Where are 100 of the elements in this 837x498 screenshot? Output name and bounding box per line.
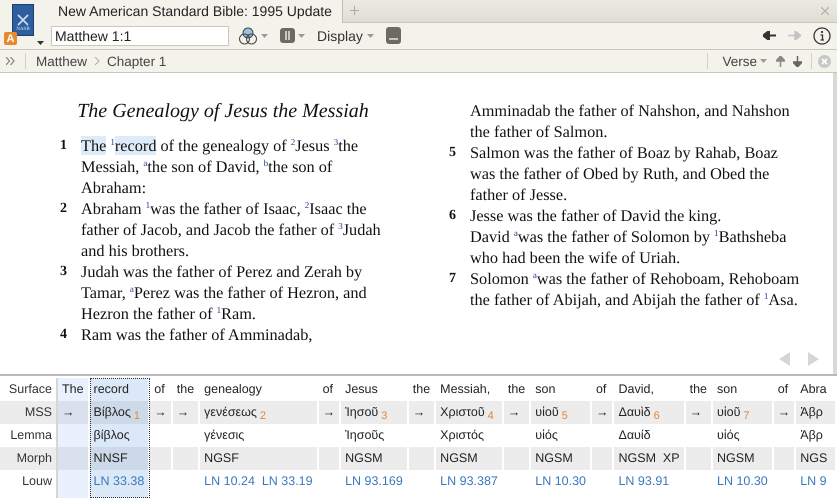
verse-number: 6 xyxy=(449,207,457,225)
louw-nida-link[interactable]: LN 10.30 xyxy=(531,470,590,493)
surface-word: son xyxy=(716,381,738,398)
word-column[interactable]: the → xyxy=(408,378,436,498)
surface-word: son xyxy=(534,381,556,398)
row-label: Morph xyxy=(16,450,53,467)
caret-icon xyxy=(261,34,268,38)
morphology-code: NGSM xyxy=(344,450,384,467)
close-icon[interactable] xyxy=(818,54,831,68)
louw-nida-link[interactable]: LN 10.24 LN 33.19 xyxy=(200,470,317,493)
word-column[interactable]: Messiah, Χριστοῦ $_{4}$ Χριστός NGSM LN 93.387 xyxy=(436,378,504,498)
word-column[interactable]: of → xyxy=(318,378,342,498)
breadcrumb-item[interactable]: Chapter 1 xyxy=(107,54,166,68)
word-column[interactable]: David, Δαυὶδ $_{6}$ Δαυίδ NGSM XP LN 93.91 xyxy=(614,378,686,498)
close-icon[interactable] xyxy=(821,6,829,15)
surface-word: genealogy xyxy=(203,381,263,398)
caret-icon xyxy=(366,34,374,38)
greek-word: γενέσεως $_{2}$ xyxy=(203,404,268,424)
louw-nida-link[interactable]: LN 9 xyxy=(796,470,835,493)
breadcrumb-item[interactable]: Matthew xyxy=(36,54,88,68)
greek-word: υἱοῦ $_{7}$ xyxy=(716,404,751,424)
verse-text: Jesse was the father of David the king. xyxy=(470,205,722,226)
surface-word: the xyxy=(412,381,432,398)
row-label: Louw xyxy=(21,473,53,490)
greek-word: → xyxy=(594,404,610,421)
word-column[interactable]: the → xyxy=(172,378,200,498)
caret-icon xyxy=(298,34,305,38)
verse-text: Ram was the father of Amminadab, xyxy=(81,324,314,345)
tab[interactable]: New American Standard Bible: 1995 Update xyxy=(48,0,343,23)
greek-word: → xyxy=(153,404,168,421)
word-column[interactable]: Jesus Ἰησοῦ $_{3}$ Ἰησοῦς NGSM LN 93.169 xyxy=(341,378,409,498)
verse-number: 3 xyxy=(60,263,68,281)
add-icon[interactable] xyxy=(350,6,359,16)
surface-word: David, xyxy=(617,381,655,398)
greek-word: Ἀβρ xyxy=(799,404,824,421)
surface-word: record xyxy=(92,381,130,398)
chevron-right-icon xyxy=(94,57,100,65)
louw-nida-link[interactable]: LN 93.387 xyxy=(436,470,502,493)
morphology-code: NGSM xyxy=(716,450,756,467)
surface-word: of xyxy=(594,381,608,398)
word-column[interactable]: record Βίβλος $_{1}$ βίβλος NNSF LN 33.38 xyxy=(90,378,150,498)
surface-word: the xyxy=(176,381,196,398)
verse-text: Salmon was the father of Boaz by Rahab, Boaz was the father of Obed by Ruth, and Obed the father of Jesse. xyxy=(470,142,779,205)
down-arrow-icon[interactable] xyxy=(793,56,802,66)
morphology-code: NGSM xyxy=(439,450,479,467)
expand-icon[interactable] xyxy=(6,57,15,65)
verse-text: Solomon $^{a}$was the father of Rehoboam, Rehoboam the father of Abijah, and Abijah the father of $^{1}$Asa. xyxy=(470,268,800,310)
louw-nida-link[interactable]: LN 93.169 xyxy=(341,470,407,493)
word-column[interactable]: of → xyxy=(150,378,173,498)
verse-number: 2 xyxy=(60,200,68,218)
verse-text: Judah was the father of Perez and Zerah by Tamar, $^{a}$Perez was the father of Hezron, and Hezron the father of $^{1}$Ram. xyxy=(81,261,368,324)
lemma: Ἀβρ xyxy=(799,427,824,444)
greek-word: → xyxy=(412,404,426,421)
surface-word: The xyxy=(61,381,85,398)
morphology-code: NGSM XP xyxy=(617,450,681,467)
greek-word: → xyxy=(176,404,190,421)
reference-input[interactable]: Matthew 1:1 xyxy=(51,26,229,46)
greek-word: Χριστοῦ $_{4}$ xyxy=(439,404,495,424)
logo-badge: A xyxy=(4,32,17,45)
louw-nida-link[interactable]: LN 33.38 xyxy=(90,470,148,493)
lemma: γένεσις xyxy=(203,427,246,444)
display-menu[interactable]: Display xyxy=(314,28,377,44)
greek-word: → xyxy=(776,404,792,421)
row-label: MSS xyxy=(24,404,53,421)
word-column[interactable]: son υἱοῦ $_{7}$ υἱός NGSM LN 10.30 xyxy=(713,378,774,498)
surface-word: Messiah, xyxy=(439,381,492,398)
caret-icon[interactable] xyxy=(37,41,44,45)
lemma: Ἰησοῦς xyxy=(344,427,386,444)
word-column[interactable]: son υἱοῦ $_{5}$ υἱός NGSM LN 10.30 xyxy=(531,378,592,498)
row-label: Lemma xyxy=(9,427,53,444)
louw-nida-link[interactable]: LN 93.91 xyxy=(614,470,684,493)
up-arrow-icon[interactable] xyxy=(776,56,785,66)
word-column[interactable]: the → xyxy=(686,378,713,498)
surface-word: the xyxy=(688,381,708,398)
word-column[interactable]: genealogy γενέσεως $_{2}$ γένεσις NGSF LN 10.24 LN 33.19 xyxy=(200,378,319,498)
surface-word: of xyxy=(776,381,790,398)
surface-word: Abra xyxy=(799,381,828,398)
surface-word: Jesus xyxy=(344,381,379,398)
verse-text: The $^{1}$record of the genealogy of $^{2}$Jesus $^{3}$the Messiah, $^{a}$the son of David, $^{b}$the son of Abraham: xyxy=(81,135,360,198)
navigation-mode-menu[interactable]: Verse xyxy=(718,54,771,68)
word-column[interactable]: Abra Ἀβρ Ἀβρ NGS LN 9 xyxy=(796,378,837,498)
morphology-code: NGSM xyxy=(534,450,574,467)
louw-nida-link[interactable]: LN 10.30 xyxy=(713,470,772,493)
parallel-button[interactable] xyxy=(277,28,308,44)
cross-icon xyxy=(16,13,30,27)
verse-number: 7 xyxy=(449,270,457,288)
word-column[interactable]: of → xyxy=(774,378,796,498)
word-column[interactable]: The → xyxy=(58,378,90,498)
lemma: υἱός xyxy=(534,427,559,444)
venn-diagram-icon xyxy=(238,26,258,45)
word-column[interactable]: the → xyxy=(504,378,532,498)
surface-word: of xyxy=(153,381,166,398)
info-icon[interactable] xyxy=(813,26,831,45)
lemma: Χριστός xyxy=(439,427,486,444)
back-arrow-icon[interactable] xyxy=(763,31,776,40)
lemma: υἱός xyxy=(716,427,741,444)
verse-text: Amminadab the father of Nahshon, and Nahshon the father of Salmon. xyxy=(470,100,791,142)
word-column[interactable]: of → xyxy=(592,378,614,498)
surface-word: of xyxy=(322,381,334,398)
surface-word: the xyxy=(506,381,526,398)
